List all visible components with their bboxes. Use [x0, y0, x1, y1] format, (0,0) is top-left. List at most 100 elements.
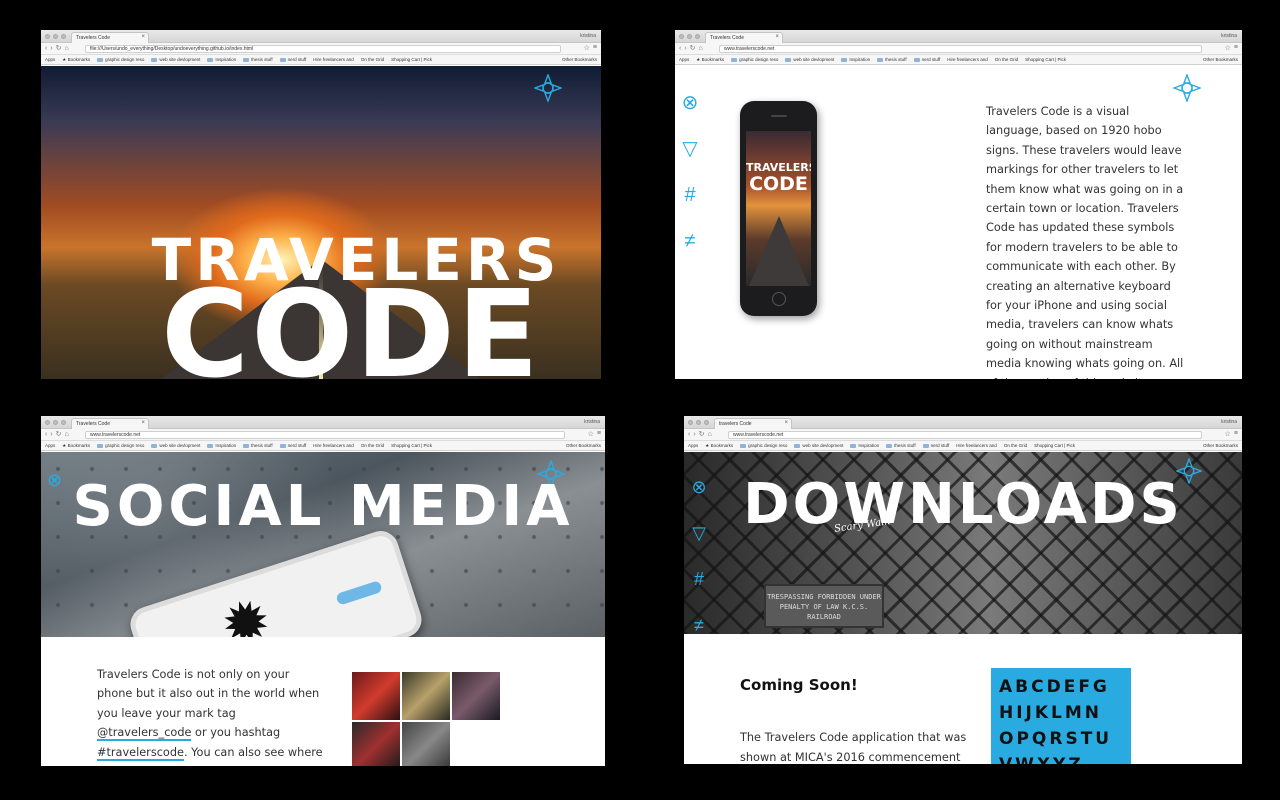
profile-name[interactable]: kristina [584, 419, 600, 425]
bookmark-item[interactable]: ★ Bookmarks [62, 57, 90, 63]
browser-toolbar: ‹›↻⌂ file:///Users/undo_everything/Deskt… [41, 43, 601, 55]
bookmark-item[interactable]: nerd stuff [279, 57, 306, 62]
nav-buttons[interactable]: ‹›↻⌂ [45, 44, 72, 52]
address-bar[interactable]: file:///Users/undo_everything/Desktop/un… [85, 45, 561, 53]
bookmark-item[interactable]: Shopping Cart | Pick [1025, 57, 1066, 62]
bookmarks-bar: Apps ★ Bookmarks graphic design reso web… [41, 55, 601, 65]
instagram-photo[interactable] [452, 672, 500, 720]
browser-tab[interactable]: travelers Code × [714, 418, 792, 429]
window-controls[interactable] [688, 420, 709, 425]
alphabet-row: ABCDEFG [999, 677, 1110, 697]
bookmark-apps[interactable]: Apps [679, 57, 689, 62]
window-controls[interactable] [45, 34, 66, 39]
star-icon: ☆ [587, 431, 594, 438]
bookmark-apps[interactable]: Apps [688, 443, 698, 448]
other-bookmarks[interactable]: Other Bookmarks [565, 443, 601, 448]
toolbar-icons[interactable]: ☆ ≡ [1225, 44, 1238, 52]
window-controls[interactable] [45, 420, 66, 425]
bookmark-item[interactable]: Inspiration [850, 443, 879, 448]
profile-name[interactable]: kristina [1221, 33, 1237, 39]
bookmark-item[interactable]: nerd stuff [279, 443, 306, 448]
bookmark-item[interactable]: ★ Bookmarks [696, 57, 724, 63]
bookmark-item[interactable]: thesis stuff [243, 443, 273, 448]
bookmark-item[interactable]: Shopping Cart | Pick [391, 443, 432, 448]
instagram-photo[interactable] [352, 722, 400, 766]
browser-toolbar: ‹›↻⌂ www.travelerscode.net ☆ ≡ [675, 43, 1242, 55]
bookmarks-bar: Apps ★ Bookmarks graphic design reso web… [41, 441, 605, 451]
other-bookmarks[interactable]: Other Bookmarks [561, 57, 597, 62]
downloads-hero: Scary Walk TRESPASSING FORBIDDEN UNDER P… [684, 452, 1242, 635]
close-tab-icon[interactable]: × [141, 420, 145, 426]
window-controls[interactable] [679, 34, 700, 39]
bookmark-item[interactable]: On the Grid [995, 57, 1018, 62]
hashtag-link[interactable]: #travelerscode [97, 745, 184, 761]
toolbar-icons[interactable]: ☆ ≡ [1225, 430, 1238, 438]
address-bar[interactable]: www.travelerscode.net [85, 431, 565, 439]
nav-buttons[interactable]: ‹›↻⌂ [679, 44, 706, 52]
address-bar[interactable]: www.travelerscode.net [719, 45, 1202, 53]
bookmark-item[interactable]: thesis stuff [877, 57, 907, 62]
browser-tab[interactable]: Travelers Code × [71, 32, 149, 43]
bookmark-item[interactable]: On the Grid [361, 443, 384, 448]
compass-rose-icon[interactable] [534, 74, 562, 102]
instagram-photo[interactable] [402, 672, 450, 720]
nav-buttons[interactable]: ‹›↻⌂ [688, 430, 715, 438]
bookmark-item[interactable]: graphic design reso [97, 443, 144, 448]
bookmark-item[interactable]: Hire freelancers and [947, 57, 988, 62]
bookmark-item[interactable]: web site devlopment [794, 443, 843, 448]
bookmark-item[interactable]: nerd stuff [913, 57, 940, 62]
address-bar[interactable]: www.travelerscode.net [728, 431, 1202, 439]
bookmark-apps[interactable]: Apps [45, 57, 55, 62]
equals-slash-icon[interactable]: ≠ [678, 218, 702, 264]
title-bar: Travelers Code × kristina [41, 30, 601, 43]
star-icon: ☆ [583, 45, 590, 52]
hash-icon[interactable]: # [688, 556, 710, 602]
nav-buttons[interactable]: ‹›↻⌂ [45, 430, 72, 438]
profile-name[interactable]: kristina [1221, 419, 1237, 425]
bookmark-item[interactable]: thesis stuff [243, 57, 273, 62]
compass-rose-icon[interactable] [1173, 74, 1201, 102]
close-tab-icon[interactable]: × [141, 34, 145, 40]
browser-tab[interactable]: Travelers Code × [705, 32, 783, 43]
circle-x-icon[interactable]: ⊗ [678, 80, 702, 126]
bookmark-item[interactable]: web site devlopment [785, 57, 834, 62]
bookmark-item[interactable]: Inspiration [207, 57, 236, 62]
bookmark-item[interactable]: Hire freelancers and [313, 443, 354, 448]
bookmark-item[interactable]: graphic design reso [740, 443, 787, 448]
bookmark-item[interactable]: Shopping Cart | Pick [391, 57, 432, 62]
bookmark-item[interactable]: Hire freelancers and [313, 57, 354, 62]
bookmark-item[interactable]: web site devlopment [151, 443, 200, 448]
bookmark-item[interactable]: graphic design reso [731, 57, 778, 62]
keyboard-alphabet-image: ABCDEFG HIJKLMN OPQRSTU VWXYZ [991, 668, 1131, 764]
other-bookmarks[interactable]: Other Bookmarks [1202, 57, 1238, 62]
bookmark-apps[interactable]: Apps [45, 443, 55, 448]
bookmark-item[interactable]: Hire freelancers and [956, 443, 997, 448]
bookmark-item[interactable]: ★ Bookmarks [705, 443, 733, 449]
instagram-photo[interactable] [352, 672, 400, 720]
browser-window-about: Travelers Code × kristina ‹›↻⌂ www.travel… [675, 30, 1242, 379]
instagram-photo[interactable] [402, 722, 450, 766]
bookmark-item[interactable]: nerd stuff [922, 443, 949, 448]
toolbar-icons[interactable]: ☆ ≡ [588, 430, 601, 438]
bookmark-item[interactable]: ★ Bookmarks [62, 443, 90, 449]
hash-icon[interactable]: # [678, 172, 702, 218]
other-bookmarks[interactable]: Other Bookmarks [1202, 443, 1238, 448]
bookmark-item[interactable]: Inspiration [207, 443, 236, 448]
close-tab-icon[interactable]: × [775, 34, 779, 40]
tab-title: travelers Code [719, 421, 752, 427]
profile-name[interactable]: kristina [580, 33, 596, 39]
bookmark-item[interactable]: thesis stuff [886, 443, 916, 448]
bookmark-item[interactable]: web site devlopment [151, 57, 200, 62]
alphabet-row: VWXYZ [999, 752, 1123, 764]
toolbar-icons[interactable]: ☆ ≡ [584, 44, 597, 52]
browser-tab[interactable]: Travelers Code × [71, 418, 149, 429]
bookmark-item[interactable]: On the Grid [361, 57, 384, 62]
bookmark-item[interactable]: On the Grid [1004, 443, 1027, 448]
triangle-down-icon[interactable]: ▽ [678, 126, 702, 172]
close-tab-icon[interactable]: × [784, 420, 788, 426]
bookmark-item[interactable]: Shopping Cart | Pick [1034, 443, 1075, 448]
instagram-feed [352, 672, 500, 766]
bookmark-item[interactable]: graphic design reso [97, 57, 144, 62]
instagram-handle-link[interactable]: @travelers_code [97, 726, 192, 742]
bookmark-item[interactable]: Inspiration [841, 57, 870, 62]
